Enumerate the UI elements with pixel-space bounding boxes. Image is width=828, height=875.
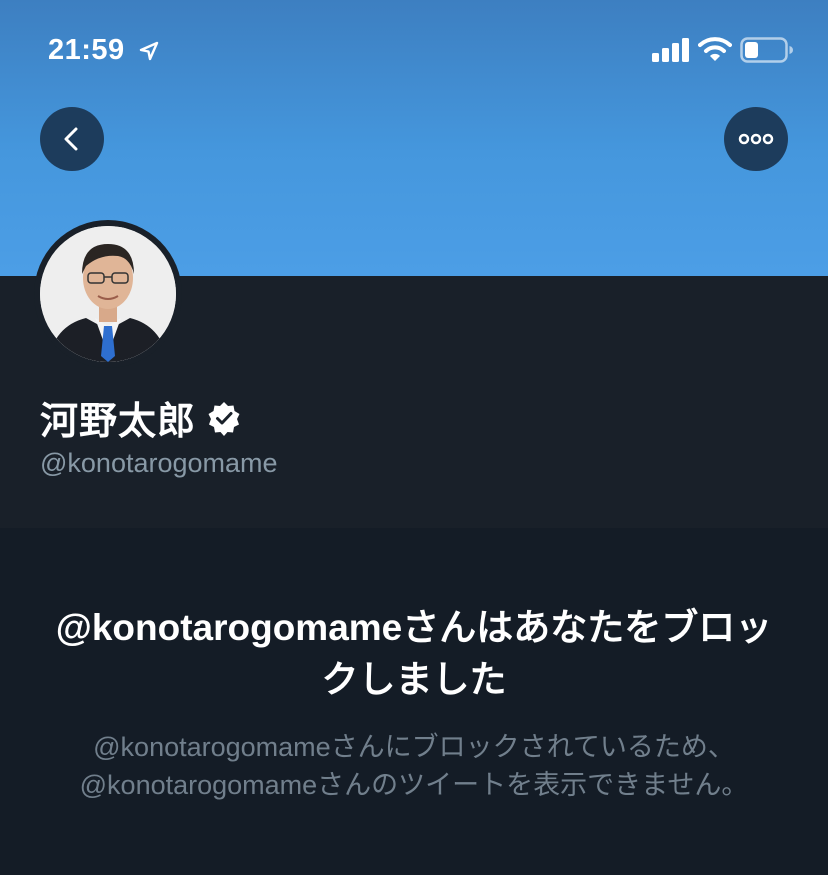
chevron-left-icon <box>64 127 78 151</box>
status-bar: 21:59 <box>0 0 828 100</box>
blocked-notice: @konotarogomameさんはあなたをブロックしました @konotaro… <box>0 528 828 875</box>
wifi-icon <box>698 37 732 61</box>
verified-badge-icon <box>208 401 240 436</box>
back-button[interactable] <box>40 107 104 171</box>
display-name: 河野太郎 <box>40 399 197 443</box>
status-time: 21:59 <box>48 34 125 66</box>
profile-handle: @konotarogomame <box>40 448 278 478</box>
signal-icon <box>652 38 689 62</box>
battery-icon <box>740 37 793 63</box>
profile-screen: 21:59 河野太郎 @konotarogomame @konotarogoma… <box>0 0 828 875</box>
ellipsis-icon <box>738 133 774 145</box>
profile-name-row: 河野太郎 <box>40 390 242 445</box>
more-button[interactable] <box>724 107 788 171</box>
blocked-description: @konotarogomameさんにブロックされているため、@konotarog… <box>79 732 749 800</box>
blocked-title: @konotarogomameさんはあなたをブロックしました <box>55 607 773 700</box>
location-arrow-icon <box>139 41 159 61</box>
profile-photo <box>40 226 176 362</box>
avatar[interactable] <box>34 220 182 368</box>
